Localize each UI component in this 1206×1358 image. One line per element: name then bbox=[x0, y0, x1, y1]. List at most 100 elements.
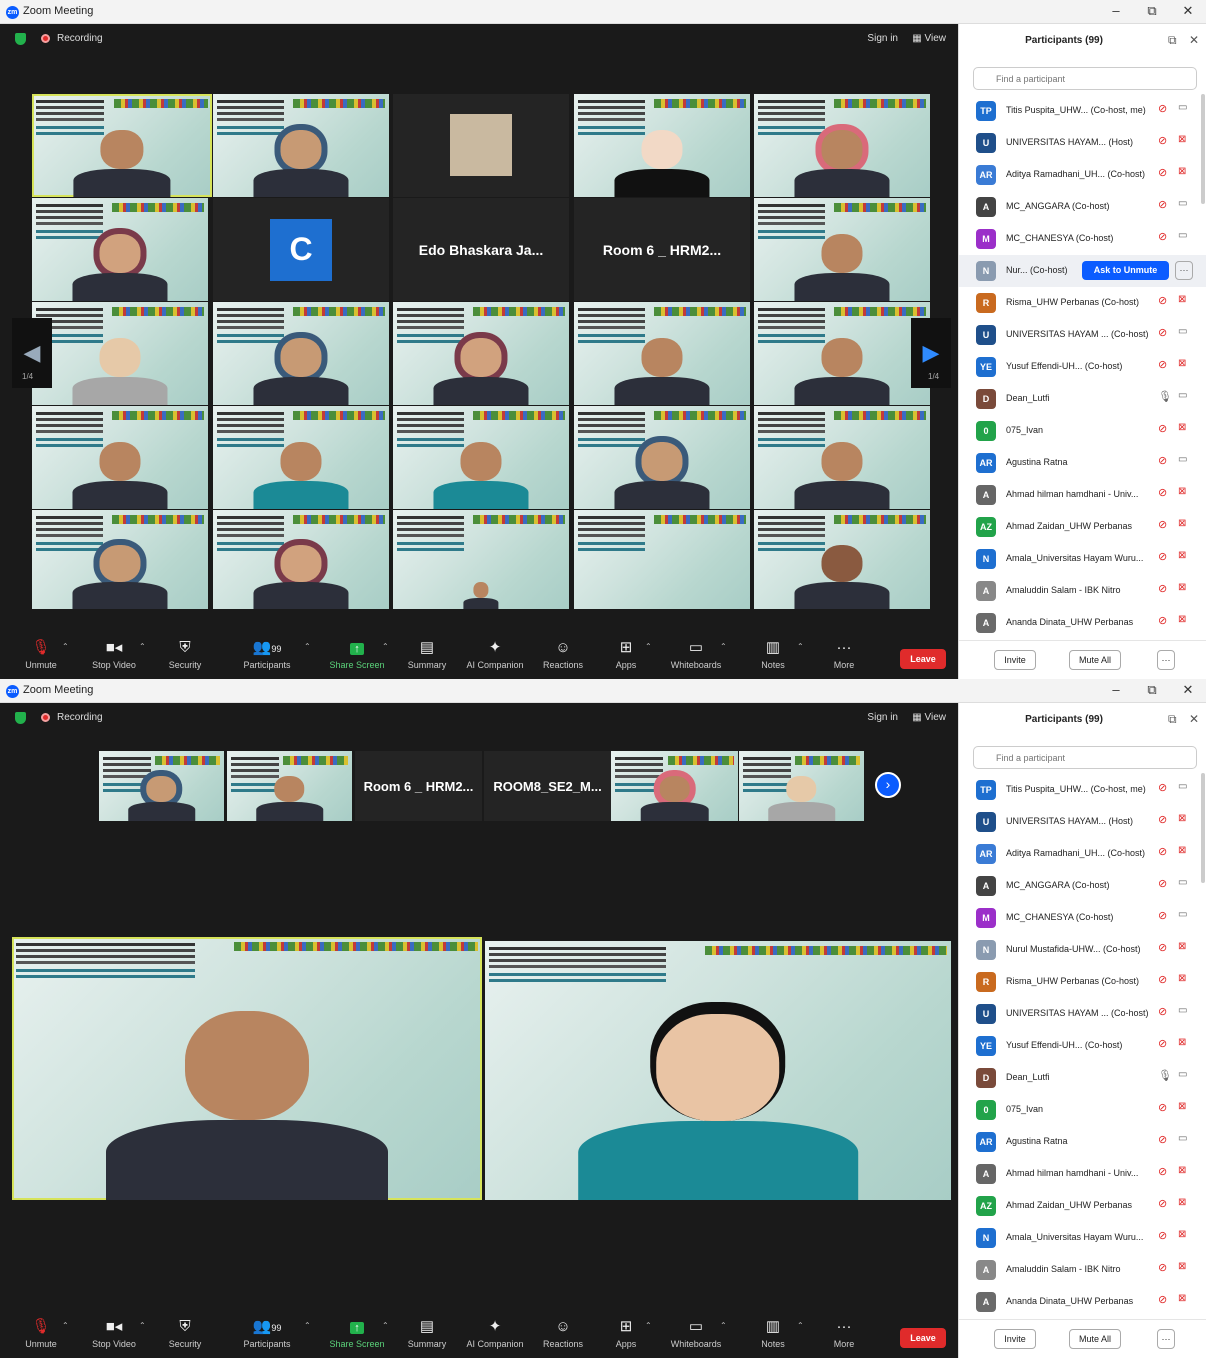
leave-button[interactable]: Leave bbox=[900, 649, 946, 669]
participant-row[interactable]: M MC_CHANESYA (Co-host) ⊘ ▭ bbox=[959, 902, 1206, 934]
view-button[interactable]: ▦ View bbox=[912, 33, 946, 44]
ask-to-unmute-button[interactable]: Ask to Unmute bbox=[1082, 261, 1169, 280]
close-icon[interactable]: ✕ bbox=[1189, 33, 1199, 47]
leave-button[interactable]: Leave bbox=[900, 1328, 946, 1348]
mic-muted-icon[interactable]: ⊘ bbox=[1158, 550, 1167, 563]
participant-row[interactable]: A Ahmad hilman hamdhani - Univ... ⊘ ⊠ bbox=[959, 479, 1206, 511]
video-camera-off-icon[interactable]: ⊠ bbox=[1178, 973, 1186, 984]
video-camera-off-icon[interactable]: ⊠ bbox=[1178, 422, 1186, 433]
video-tile[interactable] bbox=[574, 406, 750, 509]
chevron-up-icon[interactable]: ⌃ bbox=[797, 1321, 804, 1330]
speaker-video-tile[interactable] bbox=[12, 937, 482, 1200]
video-tile[interactable] bbox=[32, 510, 208, 609]
video-camera-off-icon[interactable]: ⊠ bbox=[1178, 358, 1186, 369]
video-tile[interactable] bbox=[754, 510, 930, 609]
avatar-tile[interactable]: C bbox=[213, 198, 389, 301]
mic-muted-icon[interactable]: ⊘ bbox=[1158, 486, 1167, 499]
mic-muted-icon[interactable]: ⊘ bbox=[1158, 358, 1167, 371]
search-input[interactable] bbox=[973, 67, 1197, 90]
video-camera-icon[interactable]: ▭ bbox=[1178, 198, 1187, 209]
chevron-up-icon[interactable]: ⌃ bbox=[304, 1321, 311, 1330]
participant-row[interactable]: U UNIVERSITAS HAYAM... (Host) ⊘ ⊠ bbox=[959, 806, 1206, 838]
chevron-up-icon[interactable]: ⌃ bbox=[382, 1321, 389, 1330]
shield-icon[interactable] bbox=[15, 33, 26, 45]
video-camera-off-icon[interactable]: ⊠ bbox=[1178, 518, 1186, 529]
minimize-button[interactable]: – bbox=[1103, 682, 1129, 697]
video-camera-off-icon[interactable]: ⊠ bbox=[1178, 941, 1186, 952]
mic-icon[interactable]: 🎙 bbox=[1158, 1069, 1172, 1082]
security-button[interactable]: ⛨ Security bbox=[150, 636, 220, 670]
chevron-up-icon[interactable]: ⌃ bbox=[645, 1321, 652, 1330]
participant-row[interactable]: R Risma_UHW Perbanas (Co-host) ⊘ ⊠ bbox=[959, 287, 1206, 319]
chevron-up-icon[interactable]: ⌃ bbox=[720, 1321, 727, 1330]
chevron-up-icon[interactable]: ⌃ bbox=[382, 642, 389, 651]
mic-muted-icon[interactable]: ⊘ bbox=[1158, 582, 1167, 595]
more-button[interactable]: ··· More bbox=[809, 636, 879, 670]
strip-video-tile[interactable] bbox=[611, 751, 738, 821]
participant-row[interactable]: TP Titis Puspita_UHW... (Co-host, me) ⊘ ▭ bbox=[959, 95, 1206, 127]
participant-row[interactable]: AR Agustina Ratna ⊘ ▭ bbox=[959, 447, 1206, 479]
mic-muted-icon[interactable]: ⊘ bbox=[1158, 102, 1167, 115]
video-camera-icon[interactable]: ▭ bbox=[1178, 781, 1187, 792]
mic-muted-icon[interactable]: ⊘ bbox=[1158, 326, 1167, 339]
video-tile[interactable] bbox=[213, 302, 389, 405]
strip-name-tile[interactable]: ROOM8_SE2_M... bbox=[484, 751, 611, 821]
participant-row[interactable]: YE Yusuf Effendi-UH... (Co-host) ⊘ ⊠ bbox=[959, 351, 1206, 383]
chevron-up-icon[interactable]: ⌃ bbox=[139, 642, 146, 651]
pop-out-icon[interactable]: ⧉ bbox=[1168, 712, 1177, 727]
mic-muted-icon[interactable]: ⊘ bbox=[1158, 845, 1167, 858]
mic-muted-icon[interactable]: ⊘ bbox=[1158, 1005, 1167, 1018]
video-tile[interactable] bbox=[574, 94, 750, 197]
more-options-button[interactable]: ··· bbox=[1157, 650, 1175, 670]
mic-muted-icon[interactable]: ⊘ bbox=[1158, 909, 1167, 922]
shield-icon[interactable] bbox=[15, 712, 26, 724]
participants-button[interactable]: 👥99 Participants bbox=[232, 1315, 302, 1349]
mic-muted-icon[interactable]: ⊘ bbox=[1158, 518, 1167, 531]
reactions-button[interactable]: ☺ Reactions bbox=[528, 1315, 598, 1349]
mic-muted-icon[interactable]: ⊘ bbox=[1158, 941, 1167, 954]
video-tile[interactable] bbox=[393, 406, 569, 509]
participant-row[interactable]: AZ Ahmad Zaidan_UHW Perbanas ⊘ ⊠ bbox=[959, 1190, 1206, 1222]
video-camera-off-icon[interactable]: ⊠ bbox=[1178, 134, 1186, 145]
participant-row[interactable]: U UNIVERSITAS HAYAM... (Host) ⊘ ⊠ bbox=[959, 127, 1206, 159]
video-tile[interactable] bbox=[754, 94, 930, 197]
video-camera-off-icon[interactable]: ⊠ bbox=[1178, 550, 1186, 561]
invite-button[interactable]: Invite bbox=[994, 650, 1036, 670]
participant-row[interactable]: R Risma_UHW Perbanas (Co-host) ⊘ ⊠ bbox=[959, 966, 1206, 998]
mic-muted-icon[interactable]: ⊘ bbox=[1158, 454, 1167, 467]
strip-name-tile[interactable]: Room 6 _ HRM2... bbox=[355, 751, 482, 821]
mic-muted-icon[interactable]: ⊘ bbox=[1158, 1261, 1167, 1274]
close-icon[interactable]: ✕ bbox=[1189, 712, 1199, 726]
video-tile[interactable] bbox=[574, 510, 750, 609]
more-button[interactable]: ··· More bbox=[809, 1315, 879, 1349]
chevron-up-icon[interactable]: ⌃ bbox=[62, 1321, 69, 1330]
video-tile[interactable] bbox=[32, 198, 208, 301]
video-tile[interactable] bbox=[754, 406, 930, 509]
pop-out-icon[interactable]: ⧉ bbox=[1168, 33, 1177, 48]
mic-muted-icon[interactable]: ⊘ bbox=[1158, 198, 1167, 211]
close-button[interactable]: ✕ bbox=[1175, 682, 1201, 698]
restore-button[interactable]: ⧉ bbox=[1139, 3, 1165, 19]
name-tile[interactable]: Edo Bhaskara Ja... bbox=[393, 198, 569, 301]
mic-muted-icon[interactable]: ⊘ bbox=[1158, 294, 1167, 307]
sign-in-link[interactable]: Sign in bbox=[867, 33, 898, 44]
video-camera-icon[interactable]: ▭ bbox=[1178, 1133, 1187, 1144]
participant-row[interactable]: A MC_ANGGARA (Co-host) ⊘ ▭ bbox=[959, 870, 1206, 902]
video-camera-off-icon[interactable]: ⊠ bbox=[1178, 845, 1186, 856]
participants-button[interactable]: 👥99 Participants bbox=[232, 636, 302, 670]
close-button[interactable]: ✕ bbox=[1175, 3, 1201, 19]
invite-button[interactable]: Invite bbox=[994, 1329, 1036, 1349]
mic-muted-icon[interactable]: ⊘ bbox=[1158, 422, 1167, 435]
participant-row[interactable]: AR Aditya Ramadhani_UH... (Co-host) ⊘ ⊠ bbox=[959, 159, 1206, 191]
video-camera-off-icon[interactable]: ⊠ bbox=[1178, 614, 1186, 625]
participant-row[interactable]: D Dean_Lutfi 🎙 ▭ bbox=[959, 383, 1206, 415]
mic-muted-icon[interactable]: ⊘ bbox=[1158, 1165, 1167, 1178]
participant-row[interactable]: AR Aditya Ramadhani_UH... (Co-host) ⊘ ⊠ bbox=[959, 838, 1206, 870]
video-tile[interactable] bbox=[32, 302, 208, 405]
ai-companion-button[interactable]: ✦ AI Companion bbox=[460, 636, 530, 670]
chevron-up-icon[interactable]: ⌃ bbox=[304, 642, 311, 651]
mic-muted-icon[interactable]: ⊘ bbox=[1158, 1197, 1167, 1210]
participant-row[interactable]: 0 075_Ivan ⊘ ⊠ bbox=[959, 415, 1206, 447]
mic-muted-icon[interactable]: ⊘ bbox=[1158, 1037, 1167, 1050]
participant-row[interactable]: D Dean_Lutfi 🎙 ▭ bbox=[959, 1062, 1206, 1094]
